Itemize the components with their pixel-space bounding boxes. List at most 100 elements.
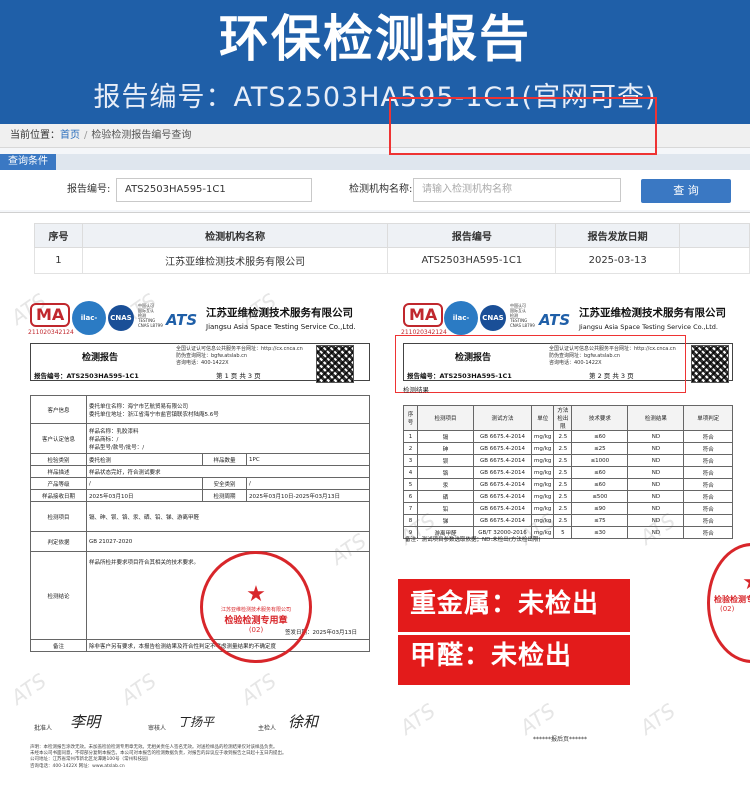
- callout-divider: [398, 632, 630, 635]
- info-label: 检测项目: [30, 501, 87, 532]
- result-cell: 钡: [417, 454, 474, 467]
- result-cell: ND: [627, 514, 685, 527]
- cnas-lab-text: 中国认可 国际互认 检测 TESTING CNAS L8799: [510, 303, 535, 328]
- result-cell: 硒: [417, 490, 474, 503]
- ilac-mra-logo: ilac-MRA: [444, 301, 478, 356]
- result-callout: 重金属：未检出 甲醛：未检出: [398, 579, 630, 685]
- col-header-report-no: 报告编号: [387, 223, 557, 248]
- result-cell: 符合: [683, 454, 733, 467]
- agency-input[interactable]: 请输入检测机构名称: [413, 178, 621, 202]
- company-name-cn: 江苏亚维检测技术服务有限公司: [206, 307, 353, 319]
- result-cell: 2.5: [553, 466, 573, 479]
- tester-signature: 徐和: [288, 713, 319, 731]
- stamp-company: 江苏亚维检测技术服务有限公司: [220, 607, 291, 613]
- result-title: 检测结果: [403, 386, 429, 394]
- col-header-agency: 检测机构名称: [81, 223, 389, 248]
- watermark: ATS: [395, 698, 440, 740]
- result-cell: 2.5: [553, 478, 573, 491]
- info-label: 备注: [30, 639, 87, 652]
- ats-logo: ATS: [166, 311, 198, 329]
- table-row: 7 铅 GB 6675.4-2014 mg/kg 2.5 ≤90 ND 符合: [403, 502, 733, 515]
- info-value: 样品状态完好，符合测试要求: [86, 465, 370, 478]
- info-value: 1PC: [246, 453, 370, 466]
- info-value: 样品名称：乳胶漆料 样品商标：/样品型号/款号/批号：/: [86, 423, 370, 454]
- result-cell: 砷: [417, 442, 474, 455]
- result-cell: GB 6675.4-2014: [473, 466, 532, 479]
- result-cell: 5: [553, 526, 573, 539]
- result-cell: ND: [627, 526, 685, 539]
- info-value: 镉、砷、钡、铬、汞、硒、铅、锑、游离甲醛: [86, 501, 370, 532]
- result-cell: GB 6675.4-2014: [473, 502, 532, 515]
- col-header-empty: [679, 223, 750, 248]
- result-cell: 2.5: [553, 442, 573, 455]
- result-cell: 2.5: [553, 430, 573, 443]
- result-cell: GB 6675.4-2014: [473, 478, 532, 491]
- qr-code: [691, 345, 729, 383]
- result-cell: 符合: [683, 466, 733, 479]
- report-no-input[interactable]: ATS2503HA595-1C1: [116, 178, 312, 202]
- end-mark: ******报后页******: [533, 736, 588, 743]
- info-value: 委托检测: [86, 453, 203, 466]
- result-cell: GB 6675.4-2014: [473, 514, 532, 527]
- reviewer-label: 审核人: [148, 725, 167, 732]
- result-cell: 4: [403, 466, 418, 479]
- cell-empty: [679, 247, 750, 274]
- result-cell: mg/kg: [530, 478, 555, 491]
- result-cell: ≤1000: [571, 454, 629, 467]
- breadcrumb-home-link[interactable]: 首页: [60, 130, 80, 141]
- tab-query-condition[interactable]: 查询条件: [0, 154, 56, 170]
- report-no-label: 报告编号:: [67, 184, 111, 195]
- result-cell: 符合: [683, 430, 733, 443]
- info-value: /: [86, 477, 203, 490]
- info-label: 判定依据: [30, 531, 87, 552]
- col-header-issue-date: 报告发放日期: [555, 223, 681, 248]
- cell-index: 1: [34, 247, 83, 274]
- table-row: 8 锑 GB 6675.4-2014 mg/kg 2.5 ≤75 ND 符合: [403, 514, 733, 527]
- agency-label: 检测机构名称:: [349, 184, 413, 195]
- breadcrumb-current: 检验检测报告编号查询: [91, 130, 192, 141]
- qr-code: [316, 345, 354, 383]
- result-cell: ND: [627, 466, 685, 479]
- report-title: 检测报告: [82, 353, 119, 363]
- info-value: GB 21027-2020: [86, 531, 370, 552]
- result-cell: mg/kg: [530, 466, 555, 479]
- inspection-stamp: ★ 江苏亚维检测技术服务有限公司 检验检测专用章 (02): [200, 551, 312, 663]
- report-page-2: ATS ATS ATS ATS ATS ATS MA 211020342124 …: [389, 287, 750, 803]
- info-value: 2025年03月10日: [86, 489, 203, 502]
- result-cell: ≤75: [571, 514, 629, 527]
- query-button[interactable]: 查 询: [641, 179, 731, 203]
- report-number: 报告编号：ATS2503HA595-1C1: [34, 372, 139, 380]
- info-label: 安全类别: [202, 477, 247, 490]
- query-form: 报告编号: ATS2503HA595-1C1 检测机构名称: 请输入检测机构名称…: [0, 170, 750, 210]
- info-value: 2025年03月10日-2025年03月13日: [246, 489, 370, 502]
- report-page-1: ATS ATS ATS ATS ATS ATS ATS MA 211020342…: [0, 287, 384, 803]
- result-cell: 6: [403, 490, 418, 503]
- result-panel: 序号 检测机构名称 报告编号 报告发放日期 1 江苏亚维检测技术服务有限公司 A…: [0, 212, 750, 284]
- stamp-text: 检验检测专用章: [224, 616, 288, 626]
- cell-agency: 江苏亚维检测技术服务有限公司: [81, 247, 389, 274]
- stamp-number: (02): [248, 626, 264, 634]
- info-value: /: [246, 477, 370, 490]
- info-label: 检验类别: [30, 453, 87, 466]
- table-row[interactable]: 1 江苏亚维检测技术服务有限公司 ATS2503HA595-1C1 2025-0…: [34, 247, 750, 274]
- cnas-logo: CNAS: [108, 305, 134, 331]
- result-cell: 符合: [683, 502, 733, 515]
- info-label: 样品接收日期: [30, 489, 87, 502]
- cnas-lab-text: 中国认可 国际互认 检测 TESTING CNAS L8799: [138, 303, 163, 328]
- report-footer: 声明：本检测报告涂改无效。未加盖检验检测专用章无效。无相关责任人签名无效。对送检…: [30, 745, 287, 769]
- inspection-stamp: ★ 检验检测专用章 (02): [707, 543, 750, 663]
- result-cell: 镉: [417, 430, 474, 443]
- result-cell: mg/kg: [530, 502, 555, 515]
- cnas-logo: CNAS: [480, 305, 506, 331]
- verify-info: 全国认证认可信息公共服务平台网址：http://cx.cnca.cn 防伪查询网址…: [176, 346, 303, 366]
- result-cell: 3: [403, 454, 418, 467]
- callout-heavy-metals: 重金属：未检出: [410, 589, 600, 619]
- table-row: 2 砷 GB 6675.4-2014 mg/kg 2.5 ≤25 ND 符合: [403, 442, 733, 455]
- table-row: 6 硒 GB 6675.4-2014 mg/kg 2.5 ≤500 ND 符合: [403, 490, 733, 503]
- result-cell: ≤30: [571, 526, 629, 539]
- result-cell: 2.5: [553, 514, 573, 527]
- result-table: 序号 检测项目 测试方法 单位 方法检出限 技术要求 检测结果 单项判定 1镉G…: [403, 405, 733, 539]
- stamp-star-icon: ★: [246, 582, 266, 607]
- result-cell: mg/kg: [530, 442, 555, 455]
- result-cell: 汞: [417, 478, 474, 491]
